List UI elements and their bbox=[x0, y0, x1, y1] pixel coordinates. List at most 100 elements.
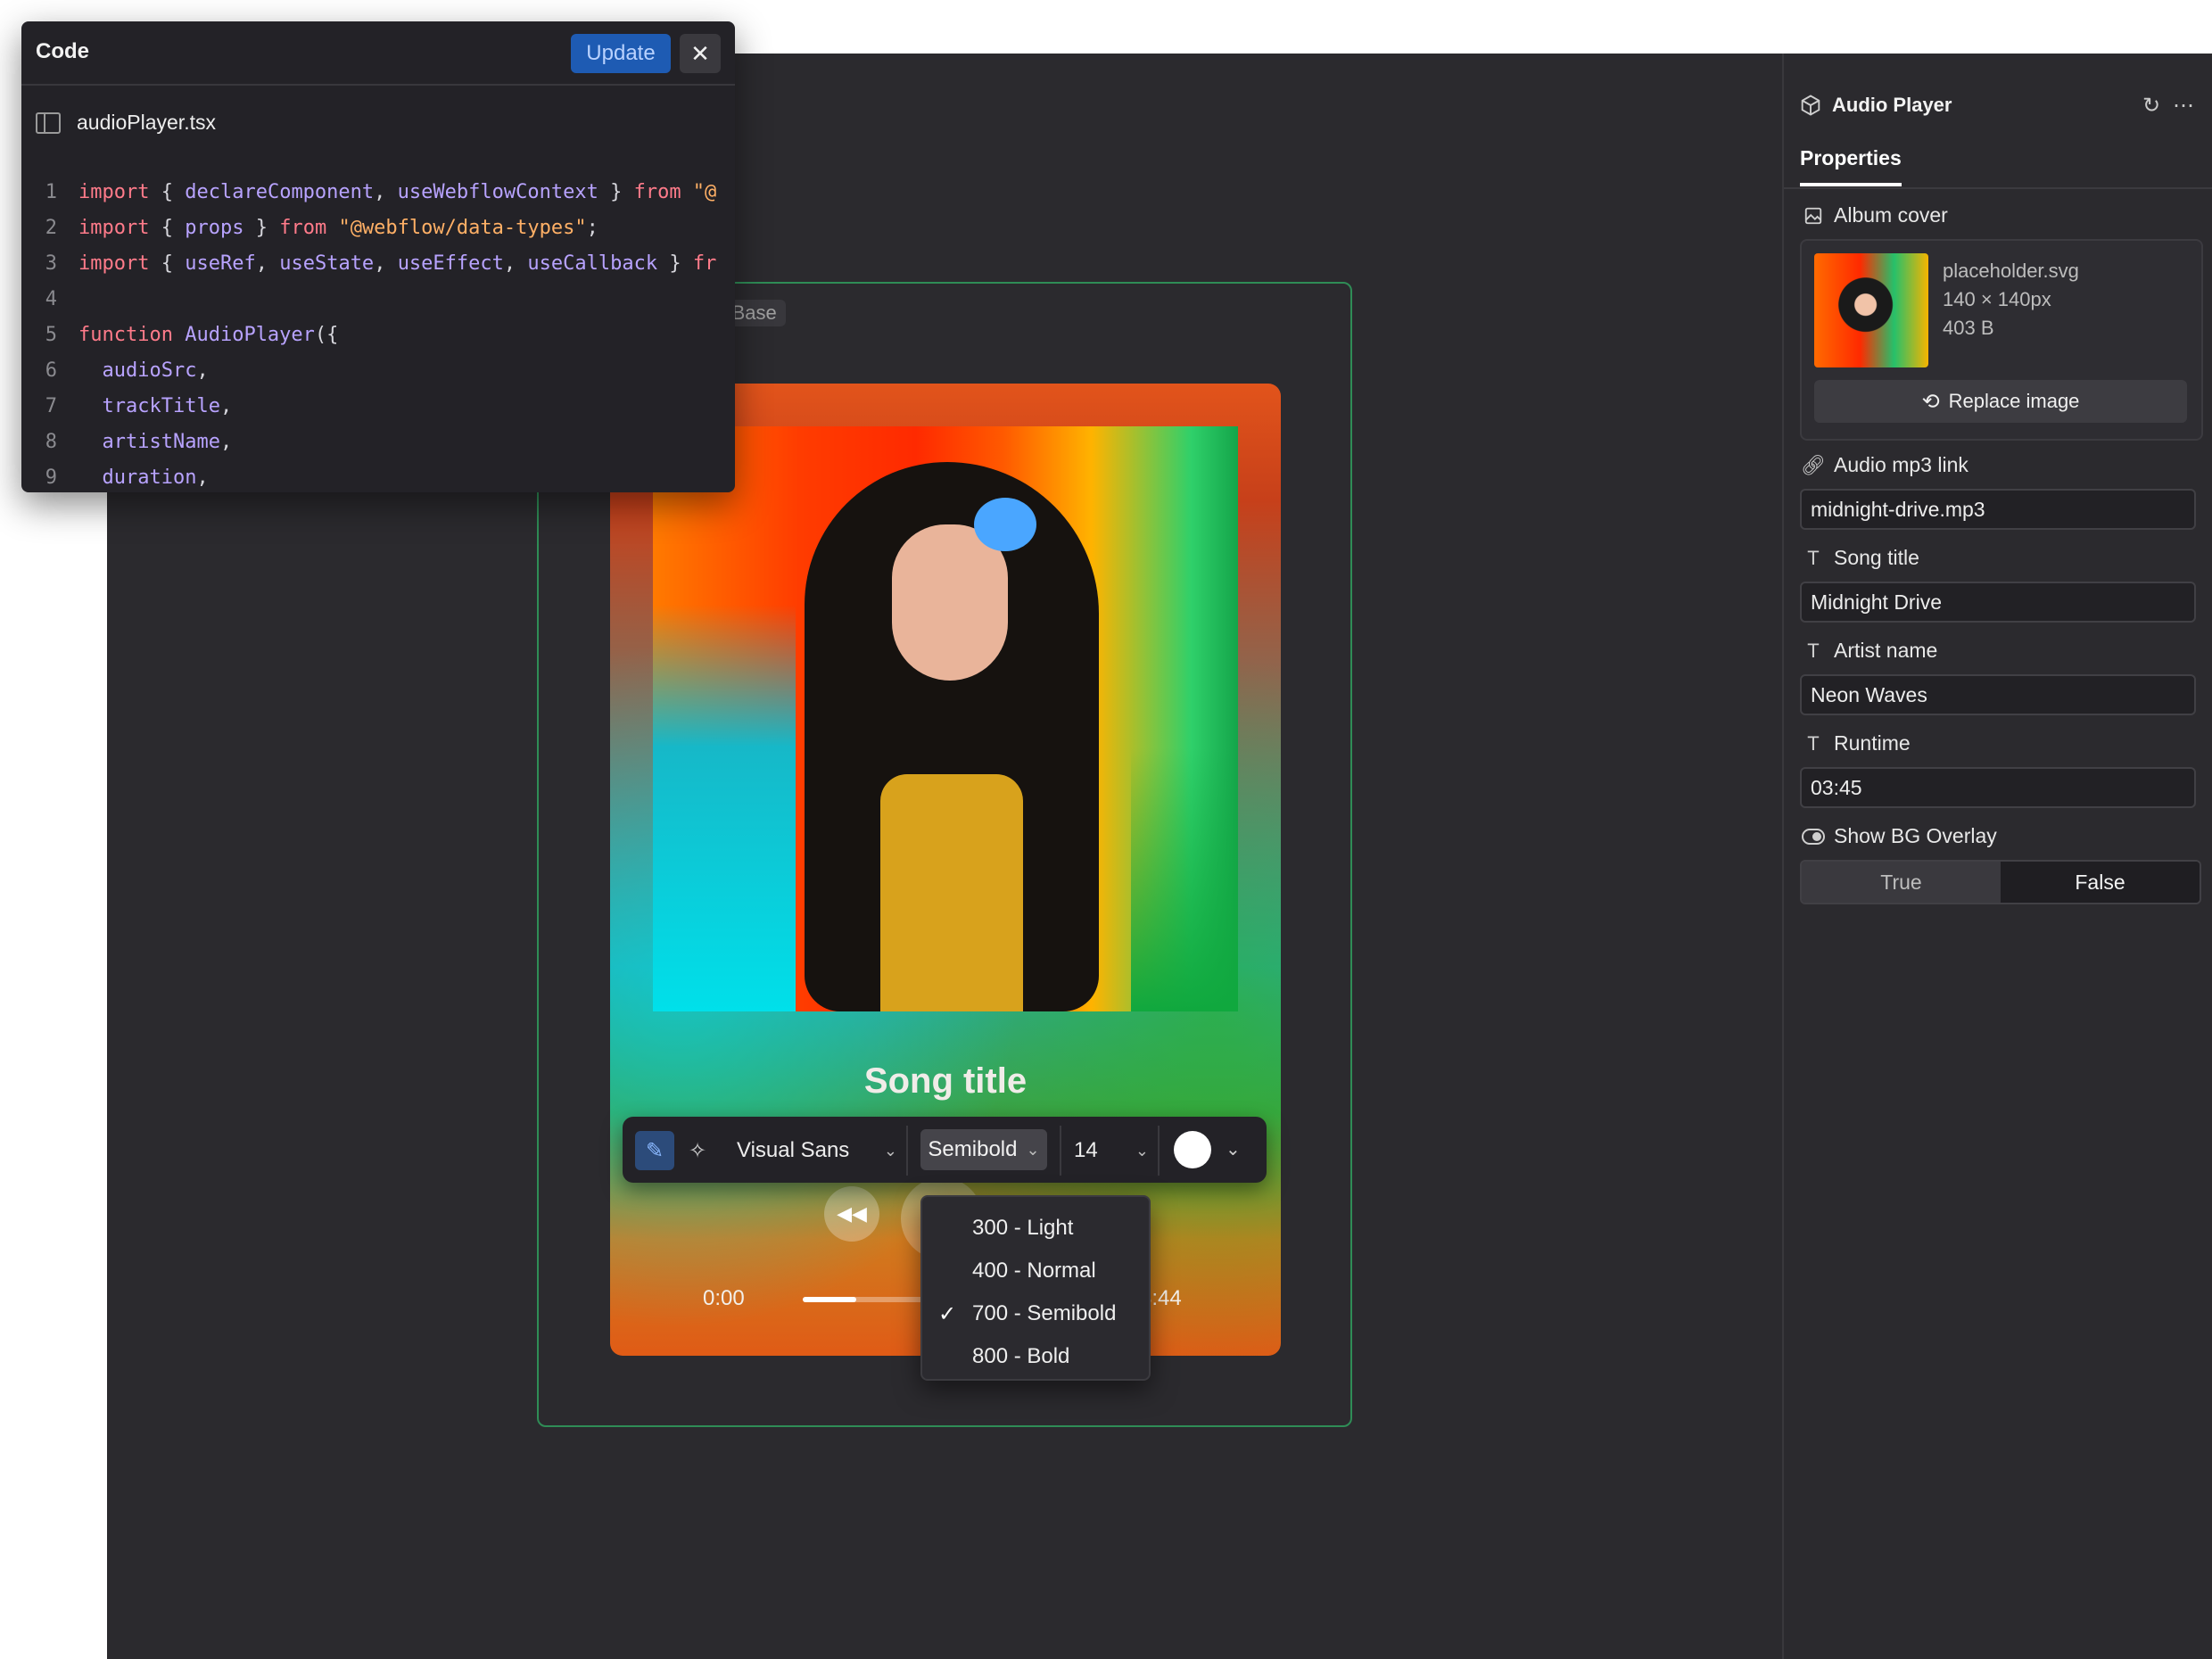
font-weight-option-label: 800 - Bold bbox=[972, 1344, 1070, 1368]
code-panel: Code Update ✕ audioPlayer.tsx 1 import { … bbox=[21, 21, 735, 492]
chevron-down-icon: ⌄ bbox=[883, 1141, 897, 1160]
ai-assist-button[interactable]: ✧ bbox=[678, 1131, 717, 1170]
font-family-select[interactable]: Visual Sans ⌄ bbox=[737, 1131, 897, 1170]
code-text: import { declareComponent, useWebflowCon… bbox=[78, 181, 717, 203]
replace-image-button[interactable]: ⟲ Replace image bbox=[1814, 380, 2187, 423]
artist-name-label: T Artist name bbox=[1802, 639, 1937, 663]
album-cover-thumbnail[interactable] bbox=[1814, 253, 1928, 367]
progress-fill bbox=[803, 1297, 857, 1302]
code-panel-title: Code bbox=[36, 39, 89, 63]
code-text: trackTitle, bbox=[102, 395, 233, 417]
line-number: 1 bbox=[45, 181, 57, 203]
font-size-select[interactable]: 14 ⌄ bbox=[1074, 1131, 1149, 1170]
code-line: 4 bbox=[21, 282, 735, 318]
image-meta: placeholder.svg 140 × 140px 403 B bbox=[1943, 257, 2079, 343]
file-name: audioPlayer.tsx bbox=[77, 111, 216, 134]
image-size: 403 B bbox=[1943, 317, 1994, 339]
bg-overlay-toggle: True False bbox=[1800, 860, 2201, 904]
code-panel-header: Code Update ✕ bbox=[21, 21, 735, 86]
line-number: 2 bbox=[45, 217, 57, 239]
chevron-down-icon: ⌄ bbox=[1026, 1140, 1040, 1159]
refresh-icon: ⟲ bbox=[1921, 389, 1940, 414]
close-icon[interactable]: ✕ bbox=[680, 34, 721, 73]
line-number: 7 bbox=[45, 395, 57, 417]
font-weight-select[interactable]: Semibold ⌄ bbox=[920, 1129, 1047, 1170]
progress-bar[interactable] bbox=[803, 1297, 928, 1302]
album-cover-card: placeholder.svg 140 × 140px 403 B ⟲ Repl… bbox=[1800, 239, 2203, 441]
code-line: 5 function AudioPlayer({ bbox=[21, 318, 735, 353]
code-editor[interactable]: 1 import { declareComponent, useWebflowCo… bbox=[21, 175, 735, 492]
code-text: import { props } from "@webflow/data-typ… bbox=[78, 217, 598, 239]
check-icon: ✓ bbox=[937, 1301, 957, 1326]
image-icon bbox=[1802, 204, 1825, 227]
edit-text-button[interactable]: ✎ bbox=[635, 1131, 674, 1170]
font-weight-option[interactable]: 800 - Bold bbox=[922, 1336, 1149, 1377]
code-line: 8 artistName, bbox=[21, 425, 735, 460]
overlay-false-option[interactable]: False bbox=[2001, 862, 2200, 903]
panel-tabs: Properties bbox=[1784, 139, 2212, 189]
sidebar-toggle-icon[interactable] bbox=[36, 111, 61, 134]
text-style-toolbar: ✎ ✧ Visual Sans ⌄ Semibold ⌄ 14 ⌄ ⌄ bbox=[623, 1117, 1267, 1183]
current-time: 0:00 bbox=[703, 1286, 745, 1310]
font-weight-option[interactable]: 400 - Normal bbox=[922, 1250, 1149, 1292]
overlay-true-option[interactable]: True bbox=[1802, 862, 2001, 903]
code-line: 2 import { props } from "@webflow/data-ty… bbox=[21, 210, 735, 246]
code-line: 9 duration, bbox=[21, 460, 735, 492]
text-icon: T bbox=[1807, 546, 1820, 569]
image-filename: placeholder.svg bbox=[1943, 260, 2079, 282]
code-line: 3 import { useRef, useState, useEffect, u… bbox=[21, 246, 735, 282]
chevron-down-icon[interactable]: ⌄ bbox=[1226, 1138, 1241, 1160]
panel-header: Audio Player ↻ ⋯ bbox=[1798, 87, 2200, 123]
font-weight-option-label: 300 - Light bbox=[972, 1216, 1074, 1240]
bg-overlay-label: Show BG Overlay bbox=[1802, 824, 1997, 848]
runtime-field[interactable]: 03:45 bbox=[1800, 767, 2196, 808]
text-icon: T bbox=[1807, 639, 1820, 662]
font-weight-option[interactable]: 300 - Light bbox=[922, 1208, 1149, 1249]
component-icon bbox=[1801, 95, 1820, 116]
rewind-button[interactable]: ◀◀ bbox=[824, 1186, 879, 1242]
font-weight-menu: 300 - Light 400 - Normal ✓ 700 - Semibold 80… bbox=[920, 1195, 1151, 1381]
sparkle-icon: ✧ bbox=[688, 1138, 707, 1163]
pencil-icon: ✎ bbox=[645, 1138, 664, 1163]
album-cover-label: Album cover bbox=[1802, 203, 1948, 227]
link-icon: 🔗︎ bbox=[1801, 453, 1826, 476]
code-text: duration, bbox=[102, 466, 209, 489]
code-text: audioSrc, bbox=[102, 359, 209, 382]
audio-link-label: 🔗︎ Audio mp3 link bbox=[1801, 453, 1969, 476]
code-line: 1 import { declareComponent, useWebflowCo… bbox=[21, 175, 735, 210]
font-weight-value: Semibold bbox=[928, 1137, 1018, 1161]
line-number: 8 bbox=[45, 431, 57, 453]
song-title-text[interactable]: Song title bbox=[610, 1061, 1281, 1102]
image-dimensions: 140 × 140px bbox=[1943, 288, 2051, 310]
font-weight-option-label: 700 - Semibold bbox=[972, 1301, 1117, 1325]
audio-link-field[interactable]: midnight-drive.mp3 bbox=[1800, 489, 2196, 530]
code-line: 7 trackTitle, bbox=[21, 389, 735, 425]
artist-name-field[interactable]: Neon Waves bbox=[1800, 674, 2196, 715]
refresh-icon[interactable]: ↻ bbox=[2135, 89, 2167, 121]
text-icon: T bbox=[1807, 731, 1820, 755]
text-color-swatch[interactable] bbox=[1174, 1131, 1211, 1168]
line-number: 9 bbox=[45, 466, 57, 489]
rewind-icon: ◀◀ bbox=[837, 1202, 867, 1225]
line-number: 4 bbox=[45, 288, 57, 310]
tab-properties[interactable]: Properties bbox=[1800, 146, 1902, 186]
song-title-label: T Song title bbox=[1802, 546, 1919, 570]
file-tab[interactable]: audioPlayer.tsx bbox=[36, 111, 216, 135]
font-weight-option-label: 400 - Normal bbox=[972, 1259, 1096, 1283]
song-title-field[interactable]: Midnight Drive bbox=[1800, 582, 2196, 623]
chevron-down-icon: ⌄ bbox=[1135, 1141, 1149, 1160]
update-button[interactable]: Update bbox=[571, 34, 671, 73]
code-line: 6 audioSrc, bbox=[21, 353, 735, 389]
toggle-icon bbox=[1802, 825, 1825, 848]
more-icon[interactable]: ⋯ bbox=[2167, 89, 2200, 121]
line-number: 5 bbox=[45, 324, 57, 346]
properties-panel: Audio Player ↻ ⋯ Properties Album cover … bbox=[1782, 54, 2212, 1659]
font-family-value: Visual Sans bbox=[737, 1138, 850, 1162]
code-text: import { useRef, useState, useEffect, us… bbox=[78, 252, 717, 275]
line-number: 3 bbox=[45, 252, 57, 275]
code-text: function AudioPlayer({ bbox=[78, 324, 339, 346]
font-weight-option[interactable]: ✓ 700 - Semibold bbox=[922, 1293, 1149, 1334]
line-number: 6 bbox=[45, 359, 57, 382]
code-text: artistName, bbox=[102, 431, 233, 453]
runtime-label: T Runtime bbox=[1802, 731, 1910, 755]
